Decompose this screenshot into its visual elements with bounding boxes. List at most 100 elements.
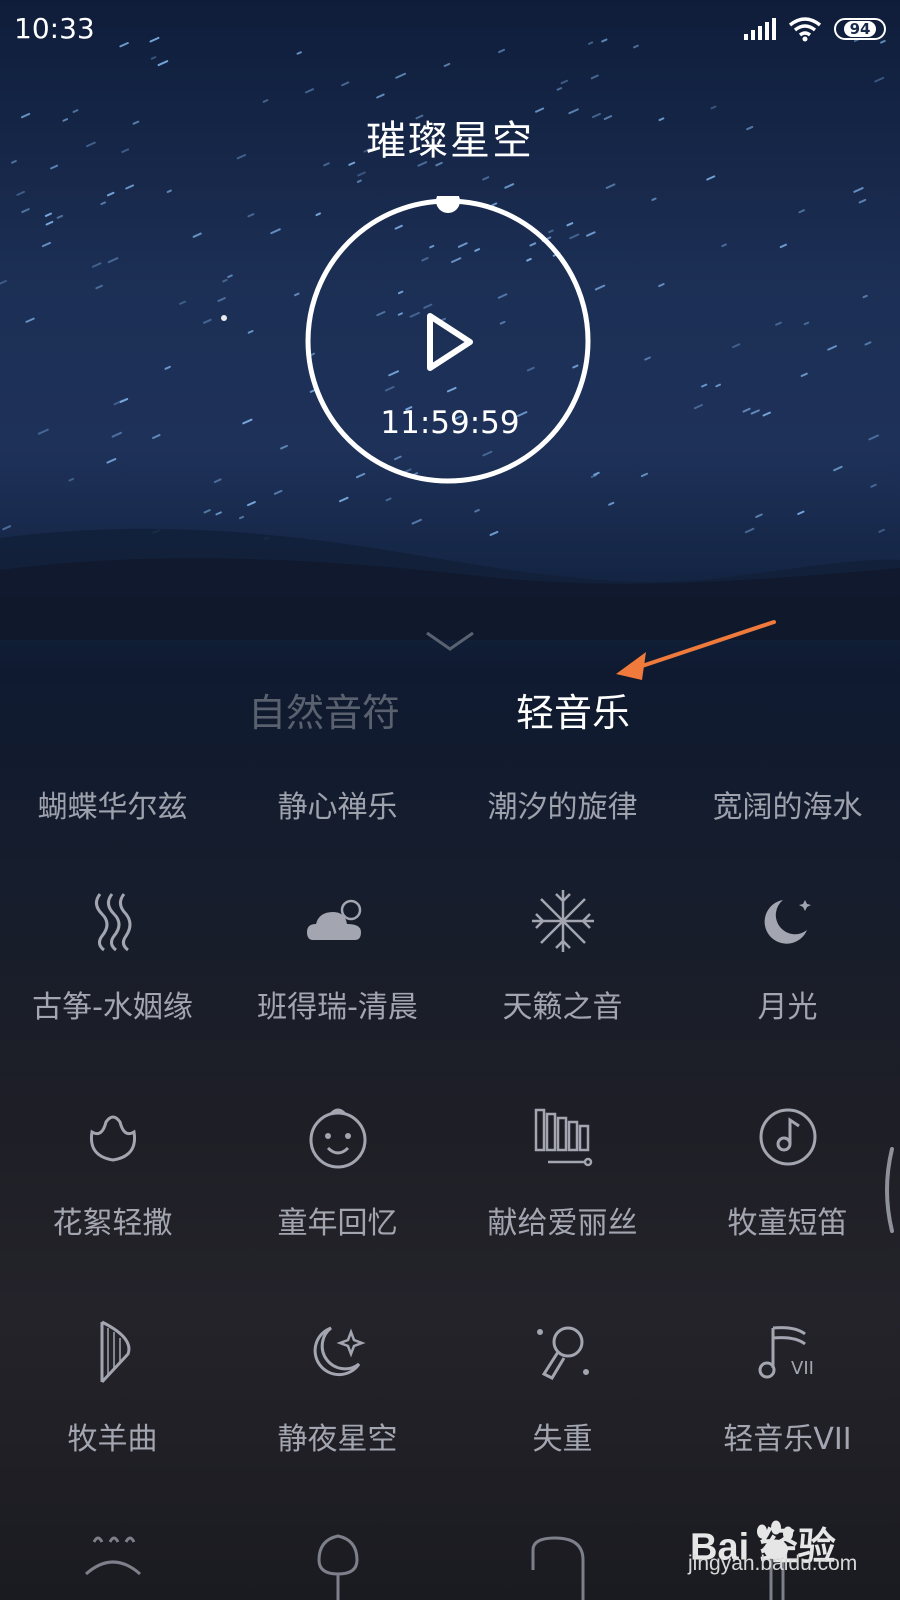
snowflake-icon xyxy=(532,890,594,952)
star xyxy=(280,444,288,450)
star xyxy=(100,201,107,206)
star xyxy=(474,508,480,513)
track-item[interactable]: 古筝-水姻缘 xyxy=(0,886,225,1066)
star xyxy=(798,209,805,214)
svg-text:VII: VII xyxy=(791,1358,814,1379)
star xyxy=(203,509,211,514)
list-item[interactable]: 宽阔的海水 xyxy=(675,782,900,826)
track-item[interactable]: VII 轻音乐VII xyxy=(675,1318,900,1498)
star xyxy=(779,243,788,249)
music-note-vii-icon: VII xyxy=(758,1326,814,1379)
track-item[interactable]: 献给爱丽丝 xyxy=(450,1102,675,1282)
scroll-handle[interactable] xyxy=(880,1145,894,1235)
star xyxy=(16,190,26,196)
piano-icon xyxy=(531,1536,585,1600)
chevron-down-icon[interactable] xyxy=(425,630,475,652)
star xyxy=(870,483,877,488)
track-label: 童年回忆 xyxy=(277,1206,398,1241)
signal-icon xyxy=(744,18,776,40)
star xyxy=(246,501,256,507)
star xyxy=(605,183,616,189)
page-title: 璀璨星空 xyxy=(366,118,534,164)
star xyxy=(862,294,868,299)
list-item[interactable]: 静心禅乐 xyxy=(225,782,450,826)
star xyxy=(247,213,255,218)
star xyxy=(385,497,392,502)
star xyxy=(107,257,119,264)
star xyxy=(658,283,665,288)
track-item[interactable]: 班得瑞-清晨 xyxy=(225,886,450,1066)
track-item[interactable]: 牧羊曲 xyxy=(0,1318,225,1498)
star xyxy=(775,321,782,326)
star xyxy=(262,99,269,103)
top-track-row: 蝴蝶华尔兹 静心禅乐 潮汐的旋律 宽阔的海水 xyxy=(0,782,900,826)
star xyxy=(395,72,407,79)
star xyxy=(95,284,103,290)
list-item[interactable]: 蝴蝶华尔兹 xyxy=(0,782,225,826)
star xyxy=(797,510,805,515)
star xyxy=(119,398,129,403)
star xyxy=(827,345,837,351)
track-label: 牧童短笛 xyxy=(727,1206,848,1241)
list-item[interactable]: 潮汐的旋律 xyxy=(450,782,675,826)
track-label: 牧羊曲 xyxy=(67,1422,158,1457)
star xyxy=(594,284,606,291)
star xyxy=(203,318,212,324)
star xyxy=(874,76,885,83)
star xyxy=(800,372,808,377)
astronaut-icon xyxy=(537,1326,589,1380)
star xyxy=(560,79,569,85)
star xyxy=(179,300,186,305)
star xyxy=(45,220,54,226)
star xyxy=(706,175,716,181)
track-label: 轻音乐VII xyxy=(723,1422,852,1457)
cloud-sun-icon xyxy=(307,899,362,940)
star xyxy=(215,511,222,516)
star xyxy=(853,187,864,193)
star xyxy=(732,343,741,349)
watermark-url: jingyan.baidu.com xyxy=(688,1552,858,1575)
star xyxy=(504,183,515,189)
moon-star-icon xyxy=(313,1326,366,1377)
tab-nature-sounds[interactable]: 自然音符 xyxy=(248,682,400,737)
track-item[interactable]: 月光 xyxy=(675,886,900,1066)
track-item[interactable]: 花絮轻撒 xyxy=(0,1102,225,1282)
star xyxy=(590,74,599,80)
track-label: 静夜星空 xyxy=(277,1422,398,1457)
play-button[interactable] xyxy=(420,310,480,374)
rain-icon xyxy=(85,1536,141,1576)
star xyxy=(247,330,254,334)
track-item[interactable]: 天籁之音 xyxy=(450,886,675,1066)
status-icons: 94 xyxy=(744,16,886,42)
track-label: 花絮轻撒 xyxy=(52,1206,173,1241)
star xyxy=(864,341,872,346)
track-item[interactable]: 牧童短笛 xyxy=(675,1102,900,1282)
star xyxy=(106,191,115,197)
music-disc-icon xyxy=(759,1108,817,1166)
tab-light-music[interactable]: 轻音乐 xyxy=(516,682,630,737)
star xyxy=(25,317,35,323)
star xyxy=(239,515,245,520)
star xyxy=(858,198,867,204)
star xyxy=(192,232,202,238)
star xyxy=(803,321,810,326)
status-bar: 10:33 94 xyxy=(0,0,900,64)
track-label: 天籁之音 xyxy=(502,990,623,1025)
track-item[interactable]: 童年回忆 xyxy=(225,1102,450,1282)
track-label: 失重 xyxy=(532,1422,593,1457)
star xyxy=(755,513,763,518)
star xyxy=(222,278,228,283)
star xyxy=(164,365,171,370)
star xyxy=(482,176,490,181)
star xyxy=(715,383,721,388)
star xyxy=(357,171,366,177)
track-label: 班得瑞-清晨 xyxy=(257,990,418,1025)
star xyxy=(644,356,651,361)
star xyxy=(50,164,59,170)
track-item[interactable]: 失重 xyxy=(450,1318,675,1498)
star xyxy=(294,292,300,297)
tree-icon xyxy=(317,1534,359,1600)
star xyxy=(21,208,30,214)
track-item[interactable]: 静夜星空 xyxy=(225,1318,450,1498)
star xyxy=(217,297,226,302)
